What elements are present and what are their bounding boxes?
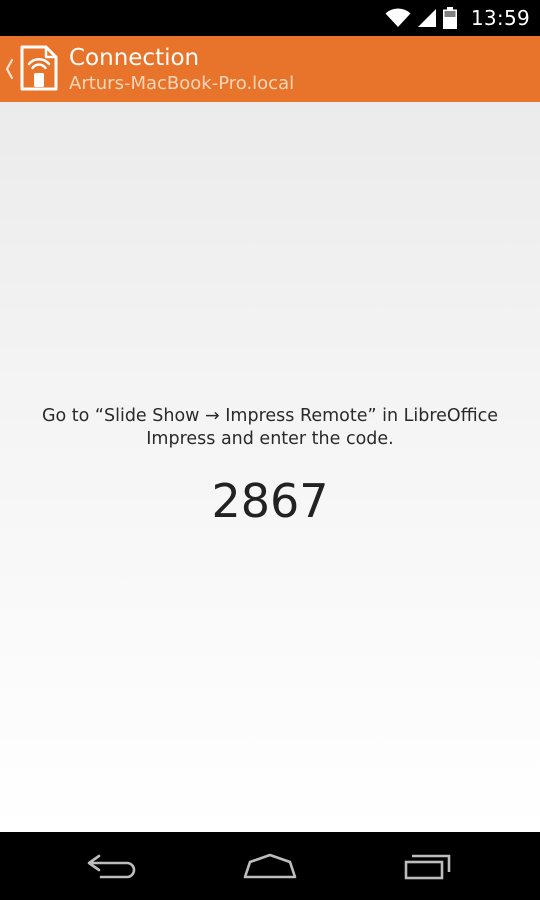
pairing-instructions: Go to “Slide Show → Impress Remote” in L… (41, 406, 499, 449)
home-icon (243, 853, 297, 879)
nav-recents-button[interactable] (368, 832, 488, 900)
status-bar: 13:59 (0, 0, 540, 36)
impress-remote-app-icon (20, 45, 58, 91)
battery-icon (442, 7, 457, 29)
action-bar-titles: Connection Arturs-MacBook-Pro.local (69, 44, 530, 96)
up-button[interactable] (0, 36, 64, 102)
action-bar-subtitle: Arturs-MacBook-Pro.local (69, 73, 295, 94)
status-icons: 13:59 (385, 0, 540, 36)
main-content: Go to “Slide Show → Impress Remote” in L… (0, 102, 540, 832)
status-time: 13:59 (470, 6, 530, 30)
recents-icon (404, 854, 451, 880)
pairing-code: 2867 (211, 474, 329, 528)
wifi-icon (385, 8, 411, 27)
action-bar-title: Connection (69, 45, 200, 71)
nav-home-button[interactable] (210, 832, 330, 900)
action-bar: Connection Arturs-MacBook-Pro.local (0, 36, 540, 102)
nav-back-button[interactable] (52, 832, 172, 900)
navigation-bar (0, 832, 540, 900)
back-chevron-icon (5, 58, 14, 80)
back-icon (87, 854, 136, 879)
signal-icon (417, 9, 436, 27)
